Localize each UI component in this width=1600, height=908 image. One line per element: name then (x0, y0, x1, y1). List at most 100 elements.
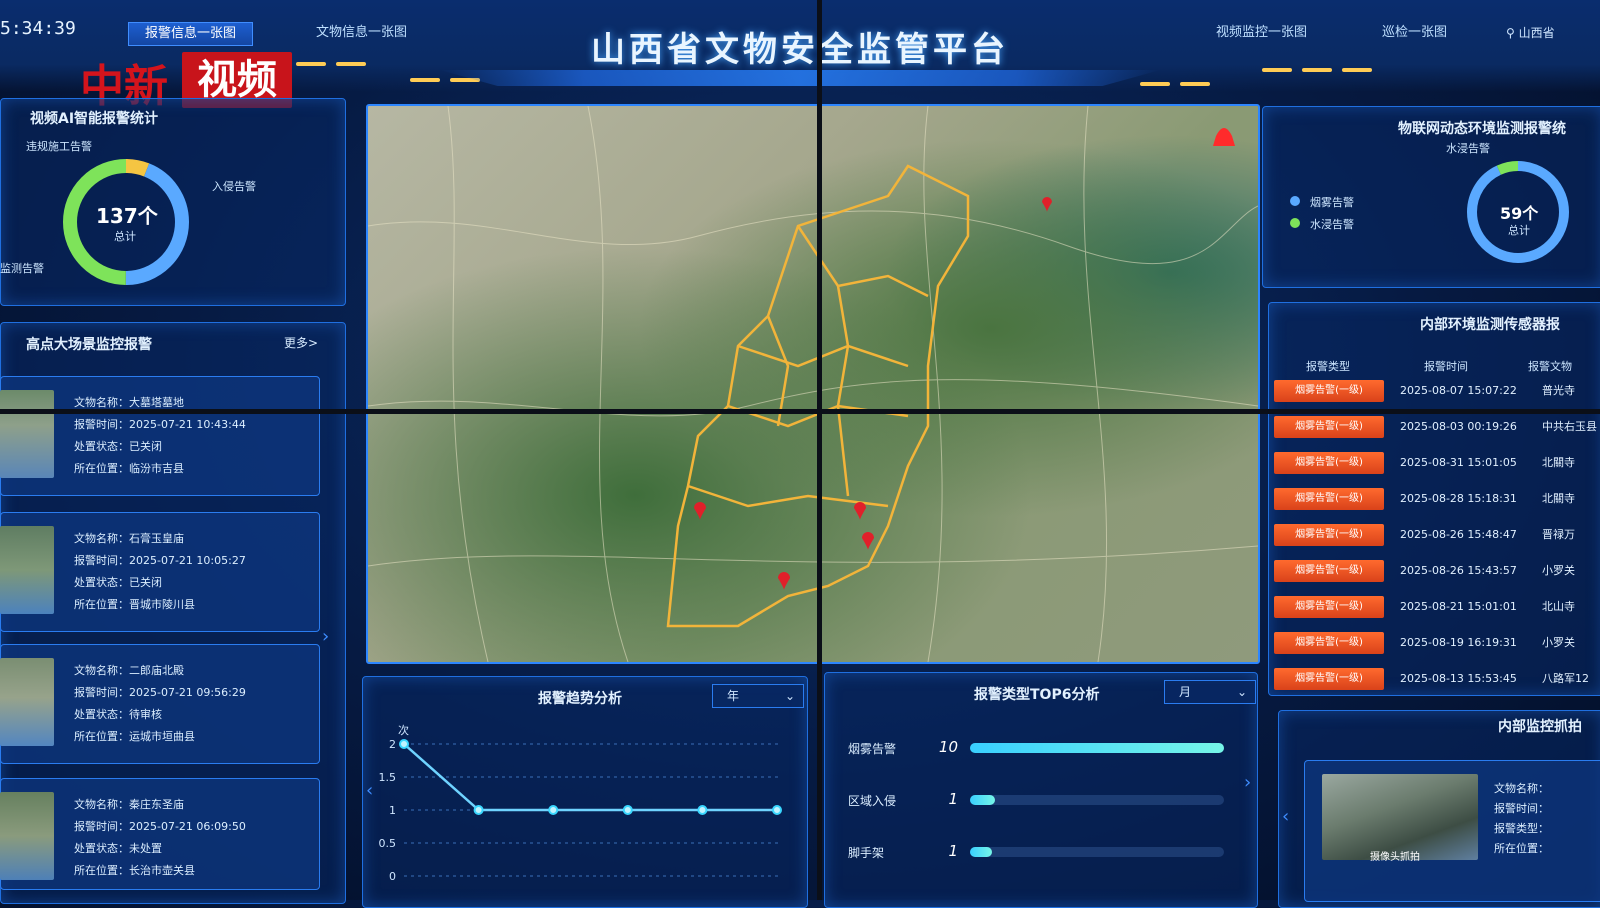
alarm-time: 2025-08-28 15:18:31 (1400, 492, 1517, 505)
deco-dash (410, 78, 440, 82)
bell-icon[interactable] (1213, 128, 1235, 146)
chevron-down-icon: ⌄ (784, 689, 795, 703)
top6-label: 脚手架 (848, 846, 885, 860)
top6-bar (970, 743, 1224, 753)
alarm-type-tag[interactable]: 烟雾告警(一级) (1274, 524, 1384, 546)
nav-alarm-map[interactable]: 报警信息一张图 (128, 22, 254, 46)
snapshot-thumb-label: 摄像头抓拍 (1370, 852, 1420, 863)
alarm-thumbnail[interactable] (0, 792, 54, 880)
alarm-relic: 北關寺 (1542, 492, 1575, 505)
legend-dot-water (1290, 218, 1300, 228)
alarm-type-tag[interactable]: 烟雾告警(一级) (1274, 488, 1384, 510)
top6-value: 1 (948, 790, 958, 808)
alarm-card-line: 处置状态：待审核 (74, 708, 162, 721)
sensor-col-type: 报警类型 (1306, 360, 1350, 373)
iot-top-label: 水浸告警 (1446, 142, 1490, 155)
alarm-type-tag[interactable]: 烟雾告警(一级) (1274, 560, 1384, 582)
alarm-card-line: 文物名称：秦庄东圣庙 (74, 798, 184, 811)
alarm-type-tag[interactable]: 烟雾告警(一级) (1274, 452, 1384, 474)
trend-y-unit: 次 (398, 723, 409, 737)
title-underline (440, 70, 1160, 86)
alarm-type-tag[interactable]: 烟雾告警(一级) (1274, 380, 1384, 402)
alarm-card-line: 所在位置：晋城市陵川县 (74, 598, 195, 611)
trend-point[interactable] (622, 805, 633, 815)
sensor-title: 内部环境监测传感器报 (1420, 317, 1560, 333)
chevron-right-icon[interactable]: › (322, 626, 329, 647)
iot-title: 物联网动态环境监测报警统 (1398, 121, 1566, 137)
nav-relic-map[interactable]: 文物信息一张图 (300, 22, 423, 44)
alarm-card-line: 报警时间：2025-07-21 10:05:27 (74, 554, 246, 567)
alarm-card-line: 所在位置：长治市壶关县 (74, 864, 195, 877)
trend-chart: 次 0 0.5 1 1.5 2 (379, 723, 782, 883)
alarm-relic: 中共右玉县 (1542, 420, 1597, 433)
alarm-time: 2025-08-19 16:19:31 (1400, 636, 1517, 649)
alarm-card-line: 处置状态：已关闭 (74, 440, 162, 453)
deco-dash (1140, 82, 1170, 86)
alarm-card-line: 文物名称：大墓塔墓地 (74, 396, 184, 409)
top6-bar-track (970, 847, 1224, 857)
chevron-left-icon[interactable]: ‹ (1282, 806, 1289, 827)
trend-point[interactable] (548, 805, 559, 815)
alarm-type-tag[interactable]: 烟雾告警(一级) (1274, 416, 1384, 438)
alarm-card-line: 处置状态：已关闭 (74, 576, 162, 589)
page-title: 山西省文物安全监管平台 (591, 30, 1009, 70)
alarm-time: 2025-08-13 15:53:45 (1400, 672, 1517, 685)
alarm-time: 2025-08-03 00:19:26 (1400, 420, 1517, 433)
high-point-title: 高点大场景监控报警 (26, 337, 152, 353)
alarm-time: 2025-08-31 15:01:05 (1400, 456, 1517, 469)
alarm-card-line: 所在位置：临汾市吉县 (74, 462, 184, 475)
deco-dash (1180, 82, 1210, 86)
alarm-type-tag[interactable]: 烟雾告警(一级) (1274, 668, 1384, 690)
alarm-relic: 小罗关 (1542, 636, 1575, 649)
more-link[interactable]: 更多> (284, 334, 318, 351)
alarm-card-line: 报警时间：2025-07-21 06:09:50 (74, 820, 246, 833)
alarm-relic: 小罗关 (1542, 564, 1575, 577)
alarm-card-line: 处置状态：未处置 (74, 842, 162, 855)
deco-dash (1262, 68, 1292, 72)
province-map[interactable] (366, 104, 1260, 664)
alarm-type-tag[interactable]: 烟雾告警(一级) (1274, 632, 1384, 654)
top6-value: 1 (948, 842, 958, 860)
trend-point[interactable] (399, 739, 409, 749)
alarm-thumbnail[interactable] (0, 658, 54, 746)
location-indicator[interactable]: ⚲ 山西省 (1506, 24, 1555, 41)
screen-seam-vertical (817, 0, 822, 900)
alarm-relic: 北山寺 (1542, 600, 1575, 613)
alarm-thumbnail[interactable] (0, 390, 54, 478)
chevron-down-icon: ⌄ (1236, 685, 1247, 699)
alarm-time: 2025-08-26 15:48:47 (1400, 528, 1517, 541)
snapshot-line: 所在位置： (1494, 842, 1549, 855)
trend-point[interactable] (772, 805, 782, 815)
ai-label-intrusion: 入侵告警 (212, 180, 256, 193)
top6-select-value: 月 (1179, 685, 1192, 699)
screen-seam-horizontal (0, 409, 1600, 414)
alarm-time: 2025-08-26 15:43:57 (1400, 564, 1517, 577)
sensor-col-time: 报警时间 (1424, 360, 1468, 373)
alarm-type-tag[interactable]: 烟雾告警(一级) (1274, 596, 1384, 618)
alarm-relic: 北關寺 (1542, 456, 1575, 469)
alarm-card-line: 报警时间：2025-07-21 09:56:29 (74, 686, 246, 699)
deco-dash (1302, 68, 1332, 72)
nav-patrol-map[interactable]: 巡检一张图 (1366, 22, 1463, 44)
top6-period-select[interactable]: 月 ⌄ (1164, 680, 1256, 704)
alarm-time: 2025-08-07 15:07:22 (1400, 384, 1517, 397)
top6-title: 报警类型TOP6分析 (974, 687, 1100, 703)
iot-legend-smoke: 烟雾告警 (1310, 196, 1354, 209)
chevron-right-icon[interactable]: › (1244, 772, 1251, 793)
trend-point[interactable] (697, 805, 708, 815)
top6-label: 区域入侵 (848, 794, 897, 808)
trend-period-select[interactable]: 年 ⌄ (712, 684, 804, 708)
top6-bar (970, 795, 996, 805)
nav-video-map[interactable]: 视频监控一张图 (1200, 22, 1323, 44)
location-pin-icon: ⚲ (1506, 26, 1515, 40)
deco-dash (336, 62, 366, 66)
alarm-time: 2025-08-21 15:01:01 (1400, 600, 1517, 613)
ai-label-construction: 违规施工告警 (26, 140, 92, 153)
top6-bar-track (970, 795, 1224, 805)
legend-dot-smoke (1290, 196, 1300, 206)
alarm-card-line: 报警时间：2025-07-21 10:43:44 (74, 418, 246, 431)
alarm-thumbnail[interactable] (0, 526, 54, 614)
snapshot-title: 内部监控抓拍 (1498, 719, 1582, 735)
trend-point[interactable] (473, 805, 484, 815)
alarm-relic: 普光寺 (1542, 384, 1575, 397)
